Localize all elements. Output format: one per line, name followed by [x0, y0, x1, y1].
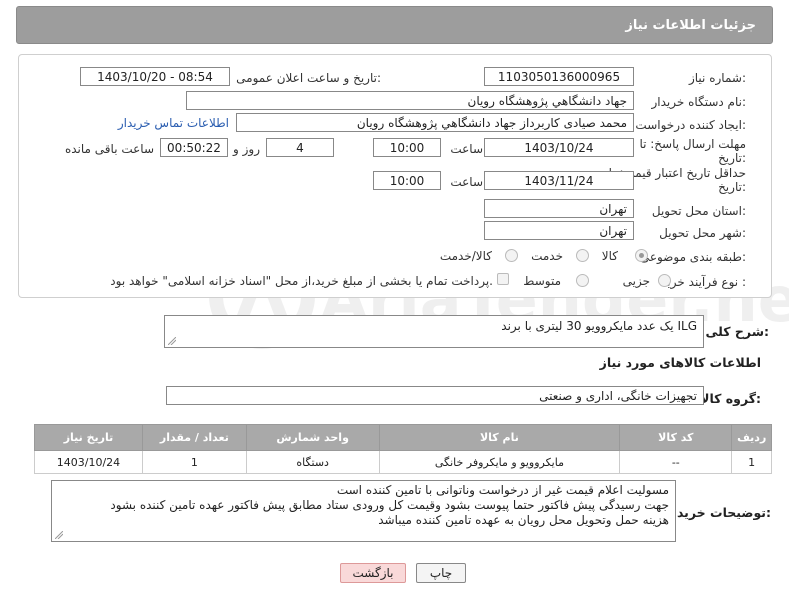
page-header: جزئیات اطلاعات نیاز — [16, 6, 773, 44]
category-radio-goods-service[interactable] — [505, 249, 518, 262]
cell-quantity: 1 — [141, 450, 247, 474]
print-button[interactable]: چاپ — [416, 563, 466, 583]
resize-grip-icon[interactable] — [168, 337, 176, 345]
buyer-note-line-1: مسولیت اعلام قیمت غیر از درخواست وناتوان… — [336, 483, 669, 497]
buyer-notes-label: توضیحات خریدار: — [665, 505, 771, 520]
days-remaining-field: 4 — [266, 138, 334, 157]
category-option-service: خدمت — [531, 249, 563, 263]
description-textarea: یک عدد مایکروویو 30 لیتری با برند ILG — [164, 315, 704, 348]
category-option-goods: کالا — [601, 249, 618, 263]
process-option-medium: متوسط — [523, 274, 561, 288]
cell-row-number: 1 — [731, 450, 772, 474]
table-row: 1 -- مایکروویو و مایکروفر خانگی دستگاه 1… — [34, 450, 772, 474]
announce-datetime-label: تاریخ و ساعت اعلان عمومی: — [236, 71, 381, 85]
description-text: یک عدد مایکروویو 30 لیتری با برند ILG — [501, 319, 697, 333]
process-option-minor: جزیی — [622, 274, 650, 288]
city-label: شهر محل تحویل: — [659, 226, 746, 240]
category-radio-service[interactable] — [576, 249, 589, 262]
page-title: جزئیات اطلاعات نیاز — [625, 18, 756, 33]
city-field: تهران — [484, 221, 634, 240]
category-radio-goods[interactable] — [635, 249, 648, 262]
cell-need-date: 1403/10/24 — [34, 450, 143, 474]
process-radio-medium[interactable] — [576, 274, 589, 287]
goods-info-title: اطلاعات کالاهای مورد نیاز — [599, 355, 761, 370]
category-label: طبقه بندی موضوعی: — [639, 250, 746, 264]
buyer-note-line-2: جهت رسیدگی پیش فاکتور حتما پیوست بشود وق… — [110, 498, 669, 512]
deadline-time-field: 10:00 — [373, 138, 441, 157]
process-type-label: نوع فرآیند خرید : — [661, 275, 746, 289]
col-row-number: ردیف — [731, 424, 772, 451]
treasury-payment-note: پرداخت تمام یا بخشی از مبلغ خرید،از محل … — [110, 274, 493, 288]
price-validity-time-field: 10:00 — [373, 171, 441, 190]
remaining-time-field: 00:50:22 — [160, 138, 228, 157]
need-number-label: شماره نیاز: — [688, 71, 746, 85]
requester-field: محمد صیادی کاربرداز جهاد دانشگاهي پژوهشگ… — [236, 113, 634, 132]
process-radio-minor[interactable] — [658, 274, 671, 287]
price-validity-date-field: 1403/11/24 — [484, 171, 634, 190]
col-quantity: تعداد / مقدار — [141, 424, 247, 451]
buyer-contact-link[interactable]: اطلاعات تماس خریدار — [118, 116, 229, 130]
remaining-time-label: ساعت باقی مانده — [64, 142, 154, 156]
col-item-name: نام کالا — [378, 424, 621, 451]
province-field: تهران — [484, 199, 634, 218]
category-option-goods-service: کالا/خدمت — [439, 249, 492, 263]
deadline-date-field: 1403/10/24 — [484, 138, 634, 157]
col-unit: واحد شمارش — [245, 424, 380, 451]
treasury-payment-checkbox[interactable] — [497, 273, 509, 285]
col-need-date: تاریخ نیاز — [34, 424, 143, 451]
buyer-note-line-3: هزینه حمل وتحویل محل رویان به عهده تامین… — [378, 513, 669, 527]
goods-group-label: گروه کالا: — [700, 391, 761, 406]
requester-label: ایجاد کننده درخواست: — [635, 118, 746, 132]
need-number-field: 1103050136000965 — [484, 67, 634, 86]
days-label: روز و — [233, 142, 260, 156]
buyer-notes-textarea: مسولیت اعلام قیمت غیر از درخواست وناتوان… — [51, 480, 676, 542]
table-header-row: ردیف کد کالا نام کالا واحد شمارش تعداد /… — [34, 424, 772, 451]
back-button[interactable]: بازگشت — [340, 563, 406, 583]
col-item-code: کد کالا — [619, 424, 733, 451]
goods-group-field: تجهیزات خانگی، اداری و صنعتی — [166, 386, 704, 405]
deadline-time-label: ساعت — [450, 142, 483, 156]
deadline-label-date: تاریخ: — [718, 151, 746, 165]
buyer-org-label: نام دستگاه خریدار: — [651, 95, 747, 109]
province-label: استان محل تحویل: — [651, 204, 746, 218]
resize-grip-icon[interactable] — [55, 531, 63, 539]
buyer-org-field: جهاد دانشگاهي پژوهشگاه رويان — [186, 91, 634, 110]
cell-item-name: مایکروویو و مایکروفر خانگی — [378, 450, 621, 474]
cell-item-code: -- — [619, 450, 733, 474]
announce-datetime-field: 1403/10/20 - 08:54 — [80, 67, 230, 86]
cell-unit: دستگاه — [245, 450, 380, 474]
price-validity-label-date: تاریخ: — [718, 180, 746, 194]
deadline-label: مهلت ارسال پاسخ: تا — [639, 137, 746, 151]
price-validity-time-label: ساعت — [450, 175, 483, 189]
items-table: ردیف کد کالا نام کالا واحد شمارش تعداد /… — [34, 424, 772, 474]
